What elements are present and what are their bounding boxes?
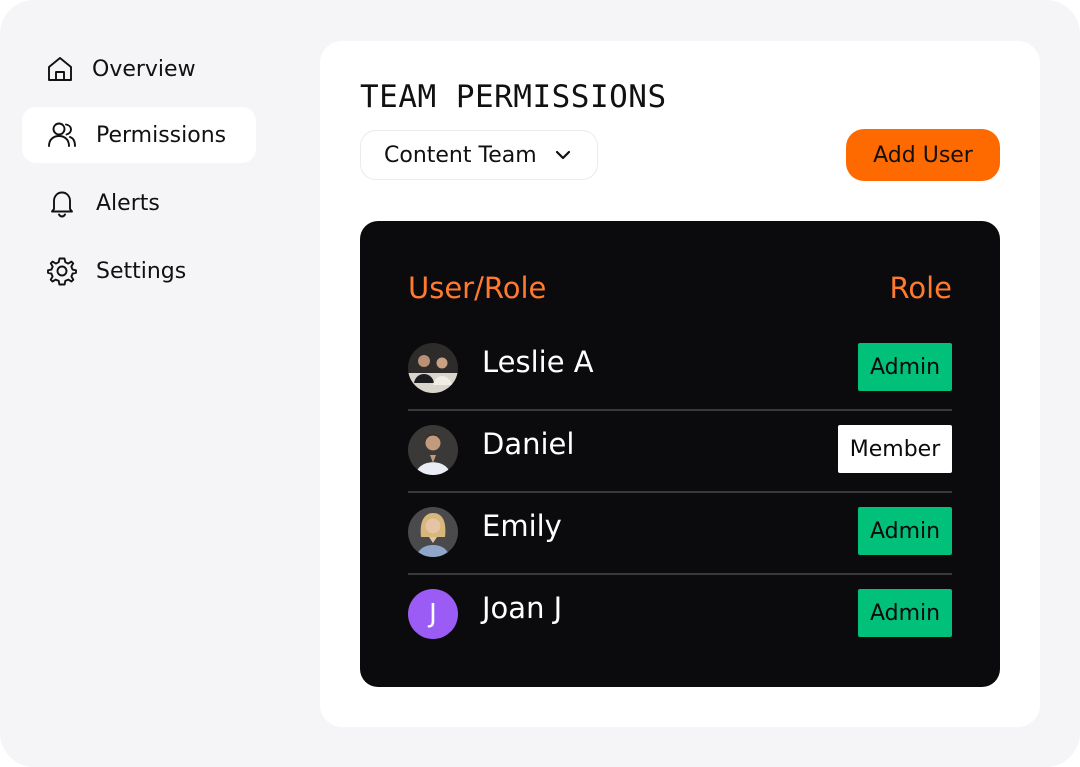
- role-badge[interactable]: Admin: [858, 343, 952, 391]
- home-icon: [44, 53, 76, 85]
- app-window: Overview Permissions Alerts Settings TEA…: [0, 0, 1080, 767]
- sidebar-item-label: Overview: [92, 56, 196, 82]
- sidebar-item-label: Settings: [96, 258, 187, 284]
- column-header-role: Role: [889, 271, 953, 305]
- sidebar-item-settings[interactable]: Settings: [22, 243, 256, 299]
- table-row[interactable]: Emily Admin: [408, 491, 952, 575]
- sidebar-item-alerts[interactable]: Alerts: [22, 175, 256, 231]
- team-select-value: Content Team: [384, 142, 537, 168]
- avatar: [408, 507, 458, 557]
- table-row[interactable]: J Joan J Admin: [408, 573, 952, 655]
- table-row[interactable]: Daniel Member: [408, 409, 952, 493]
- page-title: TEAM PERMISSIONS: [360, 79, 667, 115]
- permissions-table: User/Role Role Leslie A Admin Daniel Mem…: [360, 221, 1000, 687]
- team-select-dropdown[interactable]: Content Team: [360, 130, 598, 180]
- avatar: [408, 343, 458, 393]
- avatar: J: [408, 589, 458, 639]
- sidebar-item-overview[interactable]: Overview: [22, 41, 256, 97]
- user-name: Emily: [482, 509, 562, 543]
- role-badge[interactable]: Admin: [858, 507, 952, 555]
- table-row[interactable]: Leslie A Admin: [408, 327, 952, 411]
- role-badge[interactable]: Admin: [858, 589, 952, 637]
- user-name: Joan J: [482, 591, 563, 625]
- main-panel: TEAM PERMISSIONS Content Team Add User U…: [320, 41, 1040, 727]
- avatar: [408, 425, 458, 475]
- role-badge[interactable]: Member: [838, 425, 952, 473]
- user-name: Daniel: [482, 427, 575, 461]
- sidebar-item-label: Alerts: [96, 190, 160, 216]
- column-header-user: User/Role: [408, 271, 547, 305]
- sidebar-item-permissions[interactable]: Permissions: [22, 107, 256, 163]
- bell-icon: [46, 187, 78, 219]
- chevron-down-icon: [553, 144, 575, 166]
- user-name: Leslie A: [482, 345, 594, 379]
- add-user-button[interactable]: Add User: [846, 129, 1000, 181]
- users-icon: [46, 119, 78, 151]
- sidebar-item-label: Permissions: [96, 122, 227, 148]
- gear-icon: [46, 255, 78, 287]
